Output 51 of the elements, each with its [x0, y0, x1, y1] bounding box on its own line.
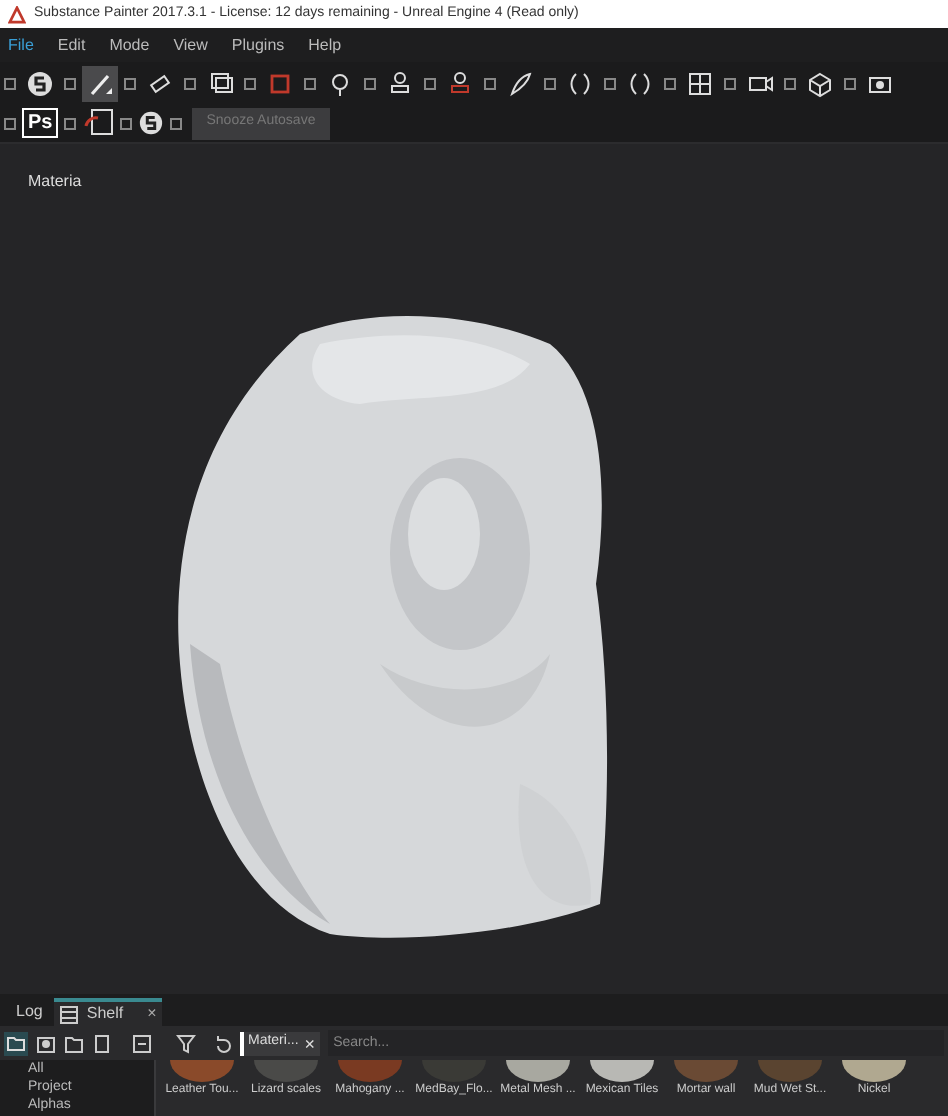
popout-icon[interactable] [170, 117, 183, 129]
document-icon[interactable] [92, 1033, 112, 1053]
close-tab-button[interactable]: × [147, 1002, 157, 1026]
photoshop-button[interactable]: Ps [22, 108, 59, 138]
substance-logo-icon [26, 69, 54, 97]
popout-icon[interactable] [484, 77, 496, 89]
popout-icon[interactable] [120, 117, 133, 129]
brush-icon [86, 69, 114, 97]
stamp-icon [446, 69, 474, 97]
popout-icon[interactable] [664, 77, 676, 89]
popout-icon[interactable] [4, 117, 16, 129]
menu-item[interactable]: File [8, 33, 34, 57]
projection-icon [206, 69, 234, 97]
popout-icon[interactable] [784, 77, 796, 89]
undo-icon[interactable] [212, 1033, 232, 1053]
panel-tab[interactable]: Shelf × [54, 998, 163, 1026]
viewport-label: Materia [28, 170, 82, 194]
menu-item[interactable]: Edit [57, 33, 86, 57]
cube-icon [806, 69, 834, 97]
popout-icon[interactable] [124, 77, 136, 89]
popout-icon[interactable] [64, 117, 77, 129]
popout-icon[interactable] [724, 77, 736, 89]
popout-icon[interactable] [244, 77, 256, 89]
folder-icon[interactable] [4, 1031, 28, 1055]
menu-item[interactable]: Help [308, 33, 342, 57]
folder-icon[interactable] [64, 1033, 84, 1053]
menu-item[interactable]: Plugins [231, 33, 285, 57]
feather-icon [506, 69, 534, 97]
substance-logo-icon[interactable] [138, 110, 165, 136]
popout-icon[interactable] [64, 77, 76, 89]
menu-item[interactable]: Mode [109, 33, 150, 57]
popout-icon[interactable] [364, 77, 376, 89]
popout-icon[interactable] [604, 77, 616, 89]
remove-filter-button[interactable]: × [304, 1033, 316, 1053]
popout-icon[interactable] [4, 77, 16, 89]
popout-icon[interactable] [304, 77, 316, 89]
popout-icon[interactable] [844, 77, 856, 89]
layout-icon [686, 69, 714, 97]
stamp-icon [386, 69, 414, 97]
brush-tool-button[interactable] [82, 65, 118, 101]
popout-icon[interactable] [184, 77, 196, 89]
tab-label: Shelf [86, 1002, 124, 1026]
app-logo-icon [8, 5, 26, 23]
symmetry-icon [566, 69, 594, 97]
popout-icon[interactable] [424, 77, 436, 89]
eraser-icon [146, 69, 174, 97]
shelf-icon [60, 1005, 79, 1023]
popout-icon[interactable] [544, 77, 556, 89]
symmetry-icon [626, 69, 654, 97]
filter-icon[interactable] [176, 1033, 196, 1053]
menu-item[interactable]: View [173, 33, 208, 57]
